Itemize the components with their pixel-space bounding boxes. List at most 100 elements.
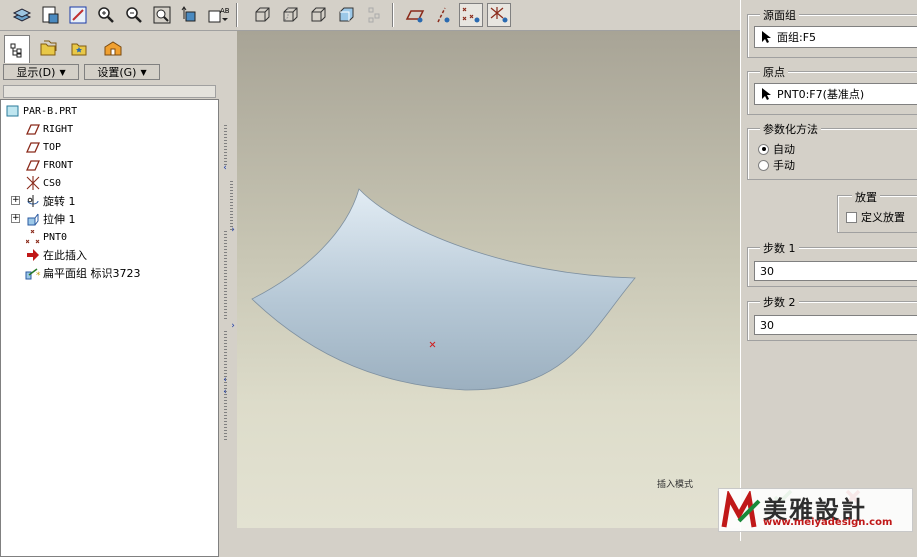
param-auto-radio[interactable]: 自动 bbox=[758, 141, 795, 157]
expand-extrude-toggle[interactable]: + bbox=[11, 214, 20, 223]
splitter-grip bbox=[224, 331, 227, 441]
coordinate-systems-toggle-icon[interactable] bbox=[487, 3, 511, 27]
watermark-logo: 美雅設計 www.meiyadesign.com bbox=[718, 488, 913, 532]
datum-plane-icon bbox=[25, 121, 41, 137]
step2-value: 30 bbox=[760, 318, 774, 332]
tab-favorites[interactable] bbox=[66, 35, 92, 61]
model-tree: PAR-B.PRT RIGHT TOP FRONT CS0 + 旋转 1 + 拉… bbox=[0, 99, 219, 557]
hidden-line-icon[interactable] bbox=[278, 3, 302, 27]
surface-model[interactable] bbox=[237, 31, 740, 528]
no-hidden-icon[interactable] bbox=[306, 3, 330, 27]
placement-title: 放置 bbox=[852, 189, 880, 205]
tree-item-part[interactable]: PAR-B.PRT bbox=[5, 102, 77, 120]
chevron-down-icon: ▼ bbox=[140, 67, 147, 77]
tree-item-right[interactable]: RIGHT bbox=[25, 120, 73, 138]
source-quilt-value: 面组:F5 bbox=[777, 31, 817, 44]
graphics-viewport[interactable]: 插入模式 bbox=[237, 31, 740, 528]
zoom-in-icon[interactable] bbox=[94, 3, 118, 27]
model-info-icon[interactable] bbox=[38, 3, 62, 27]
tree-item-cs0[interactable]: CS0 bbox=[25, 174, 61, 192]
datum-points-toggle-icon[interactable] bbox=[459, 3, 483, 27]
datum-plane-icon bbox=[25, 139, 41, 155]
tree-item-label: TOP bbox=[43, 141, 62, 153]
shading-icon[interactable] bbox=[334, 3, 358, 27]
collapse-left-icon[interactable]: ‹ bbox=[220, 387, 230, 397]
step1-input[interactable]: 30 bbox=[754, 261, 917, 281]
main-toolbar: AB bbox=[0, 0, 740, 31]
expand-revolve-toggle[interactable]: + bbox=[11, 196, 20, 205]
radio-unselected-icon bbox=[758, 159, 769, 171]
tree-item-label: PAR-B.PRT bbox=[23, 105, 78, 117]
orient-icon[interactable] bbox=[178, 3, 202, 27]
collapse-left-icon[interactable]: ‹ bbox=[220, 163, 230, 173]
parameterization-group: 参数化方法 自动 手动 bbox=[747, 121, 917, 180]
repaint-icon[interactable] bbox=[66, 3, 90, 27]
origin-group: 原点 PNT0:F7(基准点) bbox=[747, 64, 917, 115]
settings-menu-label: 设置(G) bbox=[97, 66, 137, 79]
step2-group: 步数 2 30 bbox=[747, 294, 917, 341]
refit-icon[interactable] bbox=[150, 3, 174, 27]
tree-item-front[interactable]: FRONT bbox=[25, 156, 73, 174]
connections-icon bbox=[104, 41, 122, 56]
datum-planes-toggle-icon[interactable] bbox=[403, 3, 427, 27]
zoom-out-icon[interactable] bbox=[122, 3, 146, 27]
select-arrow-icon bbox=[755, 87, 777, 101]
layers-icon[interactable] bbox=[10, 3, 34, 27]
tree-item-top[interactable]: TOP bbox=[25, 138, 61, 156]
param-manual-radio[interactable]: 手动 bbox=[758, 157, 795, 173]
tab-folder-browser[interactable] bbox=[35, 35, 61, 61]
wireframe-icon[interactable] bbox=[250, 3, 274, 27]
chevron-down-icon: ▼ bbox=[59, 67, 66, 77]
svg-text:*: * bbox=[36, 271, 41, 280]
tree-item-extrude[interactable]: 拉伸 1 bbox=[25, 210, 76, 228]
tree-item-label: 旋转 1 bbox=[43, 195, 76, 208]
placement-group: 放置 定义放置 bbox=[837, 189, 917, 233]
checkbox-unchecked-icon bbox=[846, 211, 857, 223]
part-icon bbox=[5, 103, 21, 119]
tree-item-label: RIGHT bbox=[43, 123, 74, 135]
favorites-folder-icon bbox=[71, 43, 87, 56]
meiya-logo-icon bbox=[721, 491, 761, 528]
splitter-grip bbox=[230, 181, 233, 231]
extrude-icon bbox=[25, 211, 41, 227]
model-tree-icon bbox=[10, 43, 22, 57]
tree-item-insert-here[interactable]: 在此插入 bbox=[25, 246, 87, 264]
bottom-status-bar bbox=[237, 528, 740, 541]
display-menu-button[interactable]: 显示(D) ▼ bbox=[3, 64, 79, 80]
datum-point-icon bbox=[25, 229, 41, 245]
saved-views-icon[interactable]: AB bbox=[206, 3, 230, 27]
origin-title: 原点 bbox=[760, 64, 788, 80]
param-auto-label: 自动 bbox=[773, 143, 795, 156]
splitter-grip bbox=[224, 231, 227, 321]
coordinate-system-icon bbox=[25, 175, 41, 191]
define-placement-checkbox[interactable]: 定义放置 bbox=[846, 209, 905, 225]
source-quilt-group: 源面组 面组:F5 bbox=[747, 7, 917, 58]
datum-axes-toggle-icon[interactable] bbox=[431, 3, 455, 27]
splitter-grip bbox=[224, 125, 227, 167]
step1-value: 30 bbox=[760, 264, 774, 278]
tree-item-pnt0[interactable]: PNT0 bbox=[25, 228, 67, 246]
flatten-quilt-icon: * bbox=[25, 265, 41, 281]
mode-status-text: 插入模式 bbox=[657, 480, 694, 490]
watermark-url: www.meiyadesign.com bbox=[763, 517, 893, 528]
source-quilt-collector[interactable]: 面组:F5 bbox=[754, 26, 917, 48]
tree-item-label: 扁平面组 标识3723 bbox=[43, 267, 141, 280]
tab-model-tree[interactable] bbox=[4, 35, 30, 63]
panel-splitter[interactable]: ‹ › › ‹ ‹ bbox=[220, 31, 237, 541]
datum-plane-icon bbox=[25, 157, 41, 173]
tree-item-label: FRONT bbox=[43, 159, 74, 171]
tab-connections[interactable] bbox=[100, 35, 126, 61]
model-tree-panel: 显示(D) ▼ 设置(G) ▼ PAR-B.PRT RIGHT TOP FRONT … bbox=[0, 31, 220, 557]
tree-filter-field[interactable] bbox=[3, 85, 216, 98]
flatten-quilt-dialog: 源面组 面组:F5 原点 PNT0:F7(基准点) 参数化方法 自动 手动 放置… bbox=[740, 0, 917, 541]
parameterization-title: 参数化方法 bbox=[760, 121, 821, 137]
settings-menu-button[interactable]: 设置(G) ▼ bbox=[84, 64, 160, 80]
tree-item-label: 在此插入 bbox=[43, 249, 87, 262]
step2-input[interactable]: 30 bbox=[754, 315, 917, 335]
origin-collector[interactable]: PNT0:F7(基准点) bbox=[754, 83, 917, 105]
tree-item-revolve[interactable]: 旋转 1 bbox=[25, 192, 76, 210]
collapse-left-icon[interactable]: ‹ bbox=[220, 375, 230, 385]
tree-item-flatten-quilt[interactable]: * 扁平面组 标识3723 bbox=[25, 264, 141, 282]
revolve-icon bbox=[25, 193, 41, 209]
param-manual-label: 手动 bbox=[773, 159, 795, 172]
